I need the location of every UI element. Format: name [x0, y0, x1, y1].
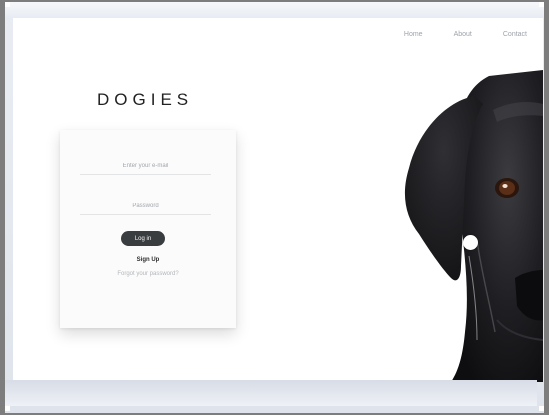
nav-contact-link[interactable]: Contact	[503, 31, 527, 38]
nav-about-link[interactable]: About	[454, 31, 472, 38]
signup-link[interactable]: Sign Up	[60, 257, 236, 263]
frame-corner	[539, 406, 544, 411]
forgot-password-link[interactable]: Forgot your password?	[60, 271, 236, 277]
password-field[interactable]	[80, 198, 211, 215]
frame-bottom-bar	[5, 380, 537, 406]
nav-home-link[interactable]: Home	[404, 31, 423, 38]
top-nav: Home About Contact	[404, 31, 527, 38]
frame-corner	[5, 406, 10, 411]
email-field[interactable]	[80, 158, 211, 175]
login-card: Log in Sign Up Forgot your password?	[60, 130, 236, 328]
frame-corner	[5, 2, 10, 7]
brand-logo: DOGIES	[97, 90, 194, 109]
landing-page: Home About Contact DOGIES Log in Sign Up…	[13, 18, 543, 382]
login-button[interactable]: Log in	[121, 231, 165, 246]
image-slider-handle[interactable]	[463, 235, 478, 250]
dog-photo	[404, 70, 543, 382]
frame-corner	[539, 2, 544, 7]
